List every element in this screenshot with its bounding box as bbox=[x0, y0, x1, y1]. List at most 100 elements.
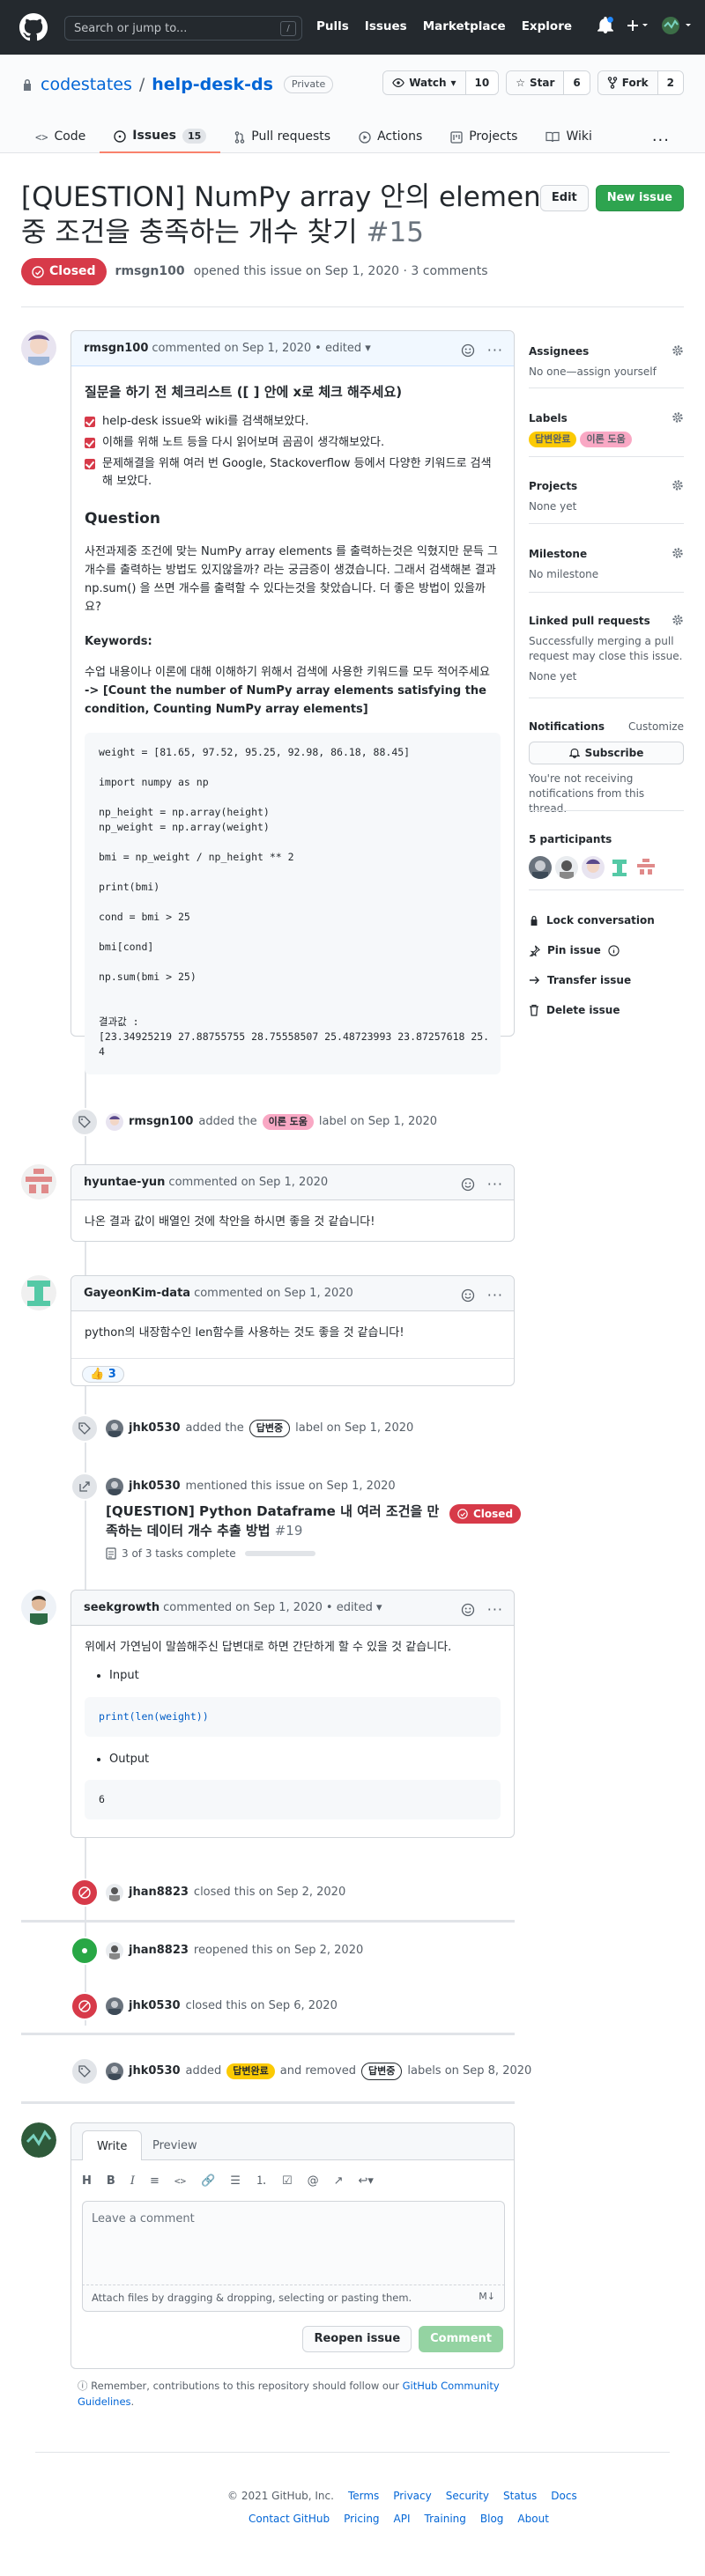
comment-author-link[interactable]: hyuntae-yun bbox=[84, 1174, 165, 1192]
avatar[interactable] bbox=[608, 856, 631, 879]
cross-reference-icon[interactable]: ↗ bbox=[334, 2173, 344, 2190]
footer-link-privacy[interactable]: Privacy bbox=[393, 2488, 431, 2504]
footer-link-security[interactable]: Security bbox=[446, 2488, 489, 2504]
avatar[interactable] bbox=[582, 856, 605, 879]
comment-author-link[interactable]: rmsgn100 bbox=[84, 340, 148, 358]
code-icon[interactable]: <> bbox=[174, 2174, 186, 2189]
avatar[interactable] bbox=[106, 1884, 123, 1901]
kebab-menu-icon[interactable]: ··· bbox=[487, 340, 503, 361]
avatar[interactable] bbox=[21, 330, 56, 365]
gear-icon[interactable] bbox=[672, 344, 684, 357]
kebab-menu-icon[interactable]: ··· bbox=[487, 1174, 503, 1195]
add-reaction-icon[interactable] bbox=[461, 343, 475, 358]
avatar[interactable] bbox=[21, 1275, 56, 1310]
event-actor-link[interactable]: jhk0530 bbox=[129, 1478, 181, 1495]
heading-icon[interactable]: H bbox=[82, 2173, 92, 2190]
preview-tab[interactable]: Preview bbox=[138, 2130, 212, 2160]
footer-link-status[interactable]: Status bbox=[503, 2488, 537, 2504]
user-avatar-icon[interactable] bbox=[661, 16, 693, 35]
markdown-icon[interactable]: M↓ bbox=[479, 2290, 495, 2305]
write-tab[interactable]: Write bbox=[82, 2130, 143, 2160]
kebab-menu-icon[interactable]: ··· bbox=[487, 1599, 503, 1620]
gear-icon[interactable] bbox=[672, 547, 684, 559]
referenced-issue-title[interactable]: [QUESTION] Python Dataframe 내 여러 조건을 만족하… bbox=[106, 1502, 449, 1540]
gear-icon[interactable] bbox=[672, 479, 684, 491]
more-tabs-button[interactable]: ··· bbox=[652, 129, 670, 152]
watch-count[interactable]: 10 bbox=[465, 71, 499, 94]
avatar[interactable] bbox=[106, 1420, 123, 1437]
avatar[interactable] bbox=[529, 856, 552, 879]
footer-link-training[interactable]: Training bbox=[425, 2511, 466, 2527]
checked-checkbox-icon[interactable] bbox=[85, 416, 95, 427]
tab-projects[interactable]: Projects bbox=[436, 121, 531, 153]
fork-button[interactable]: Fork bbox=[597, 71, 658, 94]
avatar[interactable] bbox=[106, 1113, 123, 1131]
task-list-icon[interactable]: ☑ bbox=[282, 2173, 293, 2190]
comment-button[interactable]: Comment bbox=[419, 2326, 503, 2352]
info-icon[interactable] bbox=[608, 944, 620, 956]
mention-icon[interactable]: @ bbox=[308, 2173, 319, 2190]
star-button[interactable]: ☆ Star bbox=[507, 71, 565, 94]
event-actor-link[interactable]: jhan8823 bbox=[129, 1942, 189, 1960]
reopen-issue-button[interactable]: Reopen issue bbox=[302, 2326, 412, 2352]
kebab-menu-icon[interactable]: ··· bbox=[487, 1285, 503, 1306]
assignees-value[interactable]: No one—assign yourself bbox=[529, 365, 684, 380]
comment-author-link[interactable]: GayeonKim-data bbox=[84, 1285, 190, 1303]
tab-wiki[interactable]: Wiki bbox=[531, 121, 605, 153]
add-reaction-icon[interactable] bbox=[461, 1177, 475, 1192]
watch-button[interactable]: Watch ▾ bbox=[383, 71, 466, 94]
footer-link-terms[interactable]: Terms bbox=[348, 2488, 379, 2504]
repo-owner-link[interactable]: codestates bbox=[41, 72, 132, 98]
checked-checkbox-icon[interactable] bbox=[85, 458, 95, 469]
checked-checkbox-icon[interactable] bbox=[85, 437, 95, 448]
footer-link-pricing[interactable]: Pricing bbox=[344, 2511, 379, 2527]
pin-issue-link[interactable]: Pin issue bbox=[529, 942, 684, 958]
avatar[interactable] bbox=[21, 1590, 56, 1625]
avatar[interactable] bbox=[106, 1478, 123, 1495]
fork-count[interactable]: 2 bbox=[657, 71, 683, 94]
subscribe-button[interactable]: Subscribe bbox=[529, 742, 684, 764]
edit-title-button[interactable]: Edit bbox=[539, 185, 589, 211]
search-input[interactable]: Search or jump to... / bbox=[64, 16, 302, 41]
label-answered[interactable]: 답변완료 bbox=[226, 2063, 275, 2079]
label-answered[interactable]: 답변완료 bbox=[529, 432, 577, 447]
avatar[interactable] bbox=[634, 856, 657, 879]
label-answering[interactable]: 답변중 bbox=[249, 1420, 291, 1437]
comment-author-link[interactable]: seekgrowth bbox=[84, 1599, 160, 1617]
comment-textarea[interactable]: Leave a comment bbox=[82, 2201, 505, 2285]
new-issue-button[interactable]: New issue bbox=[595, 185, 684, 211]
gear-icon[interactable] bbox=[672, 411, 684, 424]
tab-code[interactable]: <> Code bbox=[21, 121, 100, 153]
footer-link-blog[interactable]: Blog bbox=[480, 2511, 504, 2527]
bulleted-list-icon[interactable]: ☰ bbox=[230, 2173, 241, 2190]
label-theory-help[interactable]: 이론 도움 bbox=[580, 432, 632, 447]
avatar[interactable] bbox=[106, 2063, 123, 2080]
tab-pull-requests[interactable]: Pull requests bbox=[220, 121, 345, 153]
quote-icon[interactable]: ≡ bbox=[150, 2173, 160, 2190]
reply-icon[interactable]: ↩▾ bbox=[359, 2173, 374, 2190]
edited-dropdown[interactable]: • edited ▾ bbox=[315, 340, 371, 358]
event-actor-link[interactable]: jhan8823 bbox=[129, 1884, 189, 1901]
avatar[interactable] bbox=[106, 1942, 123, 1960]
notifications-bell-icon[interactable] bbox=[597, 17, 613, 34]
footer-link-docs[interactable]: Docs bbox=[551, 2488, 576, 2504]
event-actor-link[interactable]: jhk0530 bbox=[129, 1997, 181, 2015]
footer-link-contact[interactable]: Contact GitHub bbox=[249, 2511, 330, 2527]
footer-link-about[interactable]: About bbox=[517, 2511, 548, 2527]
event-actor-link[interactable]: rmsgn100 bbox=[129, 1113, 193, 1131]
star-count[interactable]: 6 bbox=[564, 71, 590, 94]
avatar[interactable] bbox=[21, 2122, 56, 2158]
gear-icon[interactable] bbox=[672, 614, 684, 626]
label-theory-help[interactable]: 이론 도움 bbox=[262, 1114, 314, 1130]
transfer-issue-link[interactable]: Transfer issue bbox=[529, 972, 684, 988]
nav-explore[interactable]: Explore bbox=[522, 18, 572, 35]
thumbs-up-reaction[interactable]: 👍 3 bbox=[82, 1366, 124, 1383]
add-reaction-icon[interactable] bbox=[461, 1288, 475, 1303]
avatar[interactable] bbox=[106, 1997, 123, 2015]
delete-issue-link[interactable]: Delete issue bbox=[529, 1002, 684, 1018]
nav-pulls[interactable]: Pulls bbox=[316, 18, 349, 35]
event-actor-link[interactable]: jhk0530 bbox=[129, 1420, 181, 1437]
link-icon[interactable]: 🔗 bbox=[201, 2173, 215, 2190]
add-reaction-icon[interactable] bbox=[461, 1603, 475, 1617]
avatar[interactable] bbox=[555, 856, 578, 879]
